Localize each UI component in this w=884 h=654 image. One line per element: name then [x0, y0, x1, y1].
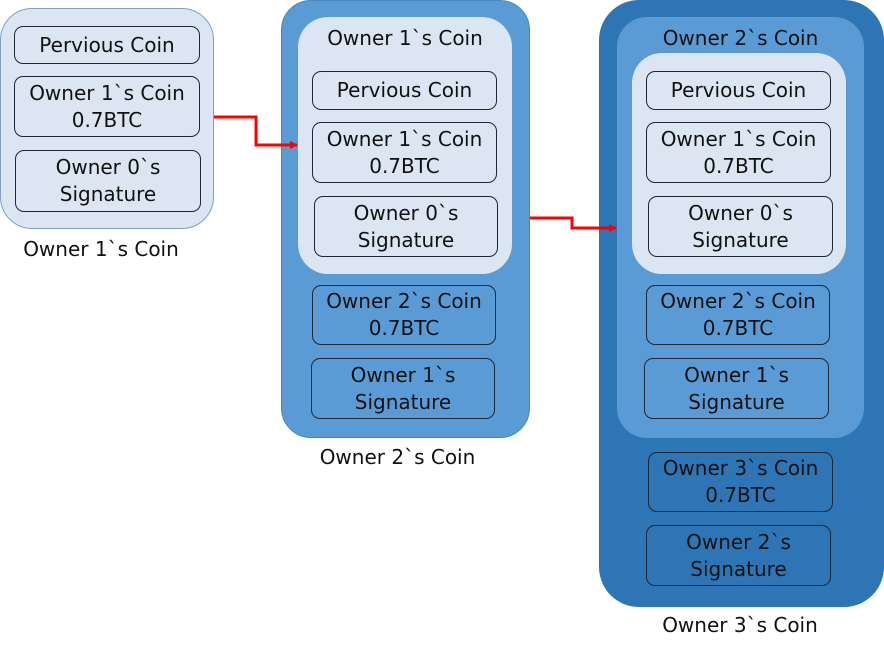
- connector-arrows: [214, 115, 617, 232]
- arrow-coin1-to-coin2: [214, 115, 298, 149]
- arrow-coin2-to-coin3: [530, 216, 617, 232]
